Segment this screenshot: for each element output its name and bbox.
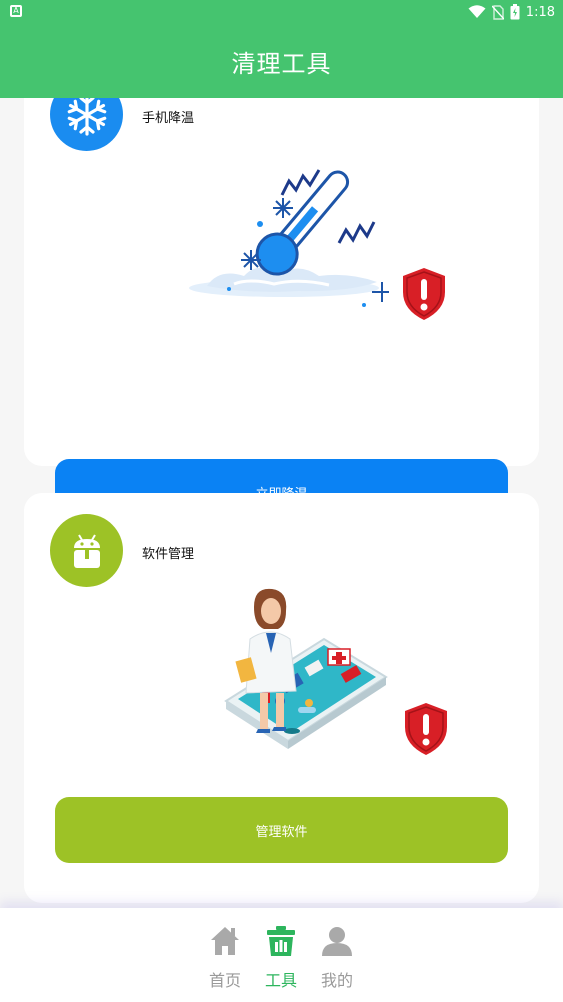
cooling-card: 手机降温 立即降温 [24,98,539,525]
card-title: 手机降温 [142,111,195,126]
status-icons: 1:18 [468,3,555,21]
notification-icon: A [10,5,22,17]
manage-software-button[interactable]: 管理软件 [55,797,508,863]
tab-label: 我的 [320,971,353,990]
bottom-tab-bar: 首页 工具 我的 [0,908,563,1002]
page-title: 清理工具 [231,49,332,78]
wifi-icon [468,5,486,18]
tab-home[interactable]: 首页 [195,924,255,996]
warning-shield-icon [405,703,447,755]
app-bar: 清理工具 [0,24,563,98]
trash-bin-icon [267,926,295,956]
tab-label: 工具 [264,971,297,990]
no-sim-icon [491,4,504,20]
thermometer-cooling-illustration [189,169,389,307]
software-card: 软件管理 管理软件 [24,493,539,903]
snowflake-icon [50,98,123,151]
android-box-icon [50,514,123,587]
person-icon [322,927,352,956]
tab-tools[interactable]: 工具 [251,924,311,996]
warning-shield-icon [403,268,445,320]
doctor-phone-illustration [224,588,388,749]
tools-list[interactable]: 手机降温 立即降温 [0,98,563,908]
home-icon [211,927,239,955]
status-bar: A 1:18 [0,0,563,24]
tab-label: 首页 [208,971,241,990]
battery-icon [510,4,520,20]
card-title: 软件管理 [142,547,195,562]
status-time: 1:18 [525,4,555,20]
tab-mine[interactable]: 我的 [307,924,367,996]
